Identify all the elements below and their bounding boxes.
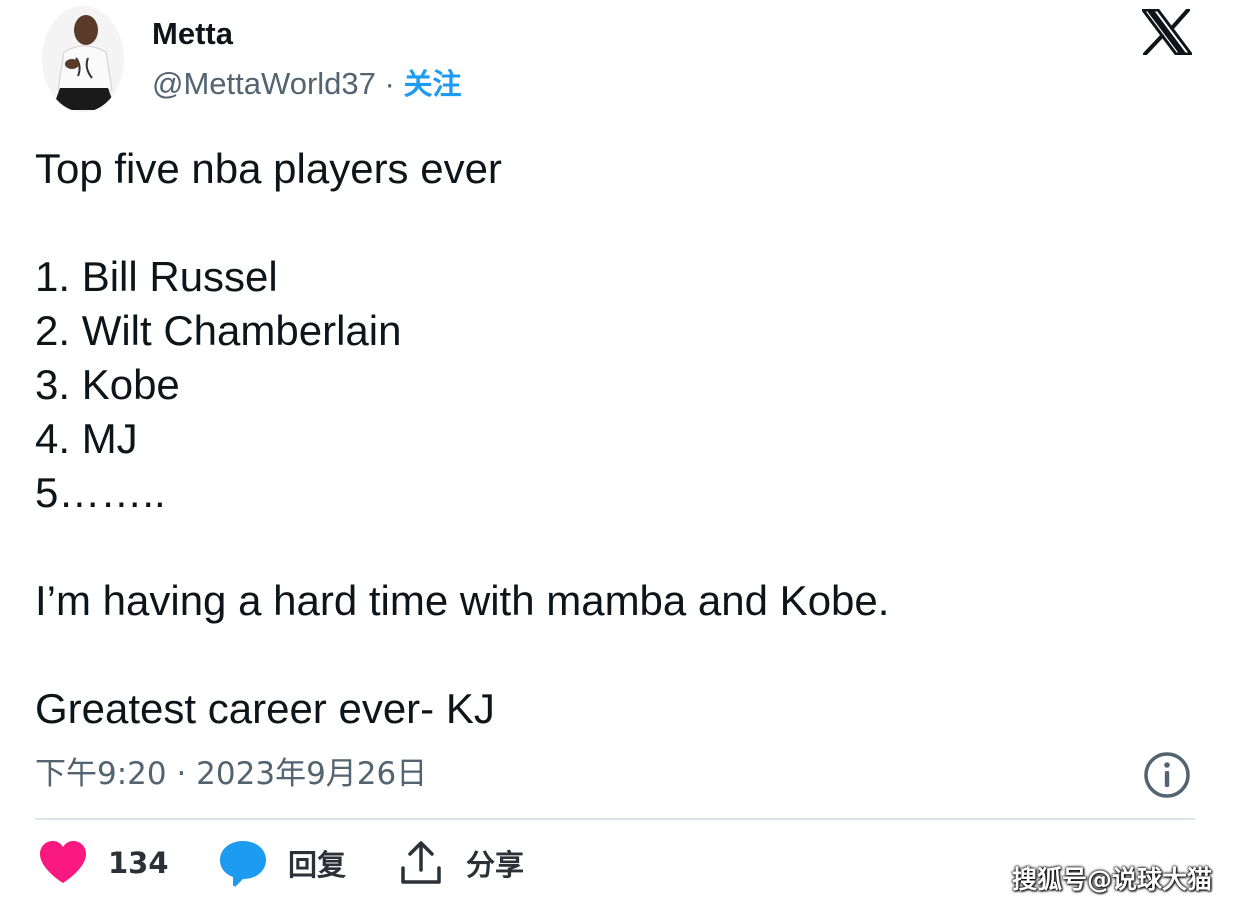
tweet-line: Greatest career ever- KJ: [35, 685, 495, 732]
handle-separator: ·: [375, 66, 404, 101]
like-count: 134: [108, 846, 169, 880]
tweet-line: 5……..: [35, 469, 166, 516]
tweet-line: 1. Bill Russel: [35, 253, 278, 300]
reply-button[interactable]: 回复: [218, 830, 346, 896]
tweet-line: [35, 520, 1195, 574]
user-handle[interactable]: @MettaWorld37: [152, 66, 376, 101]
tweet-text: Top five nba players ever 1. Bill Russel…: [35, 142, 1195, 736]
share-icon: [401, 841, 441, 884]
tweet-line: [35, 196, 1195, 250]
tweet-line: 4. MJ: [35, 415, 138, 462]
divider: [35, 818, 1195, 820]
follow-button[interactable]: 关注: [403, 67, 461, 101]
tweet-line: [35, 628, 1195, 682]
reply-label: 回复: [288, 848, 347, 882]
tweet-line: I’m having a hard time with mamba and Ko…: [35, 577, 890, 624]
tweet-line: 2. Wilt Chamberlain: [35, 307, 402, 354]
share-label: 分享: [466, 848, 525, 882]
like-button[interactable]: 134: [38, 830, 169, 896]
avatar[interactable]: [42, 6, 124, 112]
tweet-line: Top five nba players ever: [35, 145, 502, 192]
info-icon[interactable]: [1142, 750, 1192, 800]
tweet-line: 3. Kobe: [35, 361, 180, 408]
handle-row: @MettaWorld37 · 关注: [152, 66, 461, 102]
x-logo-icon[interactable]: [1141, 8, 1193, 56]
heart-icon: [40, 841, 86, 883]
speech-bubble-icon: [220, 841, 266, 887]
share-button[interactable]: 分享: [398, 830, 524, 896]
avatar-photo: [42, 6, 124, 112]
watermark: 搜狐号@说球大猫: [1012, 865, 1213, 894]
display-name[interactable]: Metta: [152, 16, 233, 52]
tweet-timestamp[interactable]: 下午9:20 · 2023年9月26日: [35, 752, 427, 796]
